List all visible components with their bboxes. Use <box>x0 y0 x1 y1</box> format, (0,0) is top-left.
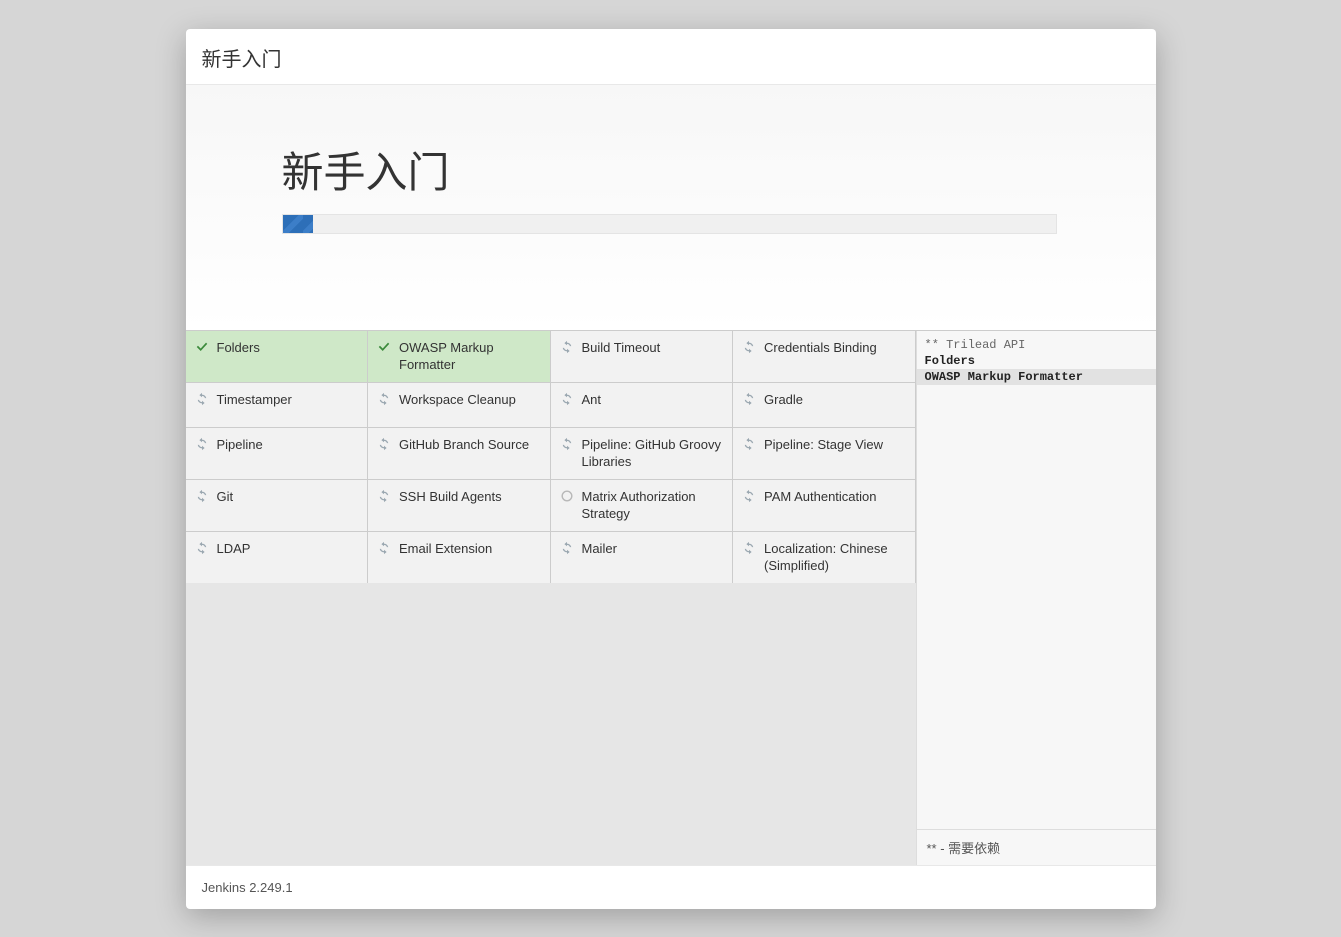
plugin-label: PAM Authentication <box>764 488 877 506</box>
plugin-cell: Mailer <box>551 532 733 583</box>
check-icon <box>377 340 391 354</box>
plugin-cell: Build Timeout <box>551 331 733 382</box>
refresh-icon <box>742 340 756 354</box>
plugin-cell: SSH Build Agents <box>368 480 550 531</box>
log-line: ** Trilead API <box>925 337 1148 353</box>
refresh-icon <box>195 541 209 555</box>
plugin-cell: Workspace Cleanup <box>368 383 550 427</box>
modal-header-title: 新手入门 <box>202 43 1140 72</box>
progress-bar <box>282 214 1057 234</box>
plugin-label: Localization: Chinese (Simplified) <box>764 540 906 575</box>
plugin-label: Mailer <box>582 540 617 558</box>
plugin-label: SSH Build Agents <box>399 488 502 506</box>
refresh-icon <box>742 437 756 451</box>
plugin-label: Credentials Binding <box>764 339 877 357</box>
plugin-cell: Gradle <box>733 383 915 427</box>
refresh-icon <box>195 392 209 406</box>
plugin-cell: Folders <box>186 331 368 382</box>
log-content: ** Trilead APIFoldersOWASP Markup Format… <box>917 331 1156 829</box>
modal-header: 新手入门 <box>186 29 1156 85</box>
plugin-cell: Pipeline: GitHub Groovy Libraries <box>551 428 733 479</box>
log-line: Folders <box>925 353 1148 369</box>
plugin-cell: Matrix Authorization Strategy <box>551 480 733 531</box>
log-footer: ** - 需要依赖 <box>917 829 1156 865</box>
circle-icon <box>560 489 574 503</box>
plugin-grid-wrap: Folders OWASP Markup Formatter Build Timeo… <box>186 331 916 865</box>
plugin-cell: Localization: Chinese (Simplified) <box>733 532 915 583</box>
plugin-cell: Pipeline <box>186 428 368 479</box>
plugin-label: Pipeline: Stage View <box>764 436 883 454</box>
plugin-label: Timestamper <box>217 391 292 409</box>
refresh-icon <box>560 541 574 555</box>
log-panel: ** Trilead APIFoldersOWASP Markup Format… <box>916 331 1156 865</box>
refresh-icon <box>377 541 391 555</box>
plugin-cell: PAM Authentication <box>733 480 915 531</box>
hero-title: 新手入门 <box>282 139 1156 200</box>
plugin-label: Ant <box>582 391 602 409</box>
refresh-icon <box>742 541 756 555</box>
plugin-label: Gradle <box>764 391 803 409</box>
plugin-label: Build Timeout <box>582 339 661 357</box>
plugin-cell: Timestamper <box>186 383 368 427</box>
check-icon <box>195 340 209 354</box>
refresh-icon <box>377 489 391 503</box>
plugin-label: Workspace Cleanup <box>399 391 516 409</box>
plugin-label: OWASP Markup Formatter <box>399 339 541 374</box>
plugin-cell: OWASP Markup Formatter <box>368 331 550 382</box>
plugin-cell: GitHub Branch Source <box>368 428 550 479</box>
hero-section: 新手入门 <box>186 85 1156 330</box>
body-area: FoldersOWASP Markup FormatterBuild Timeo… <box>186 330 1156 865</box>
plugin-cell: LDAP <box>186 532 368 583</box>
refresh-icon <box>742 489 756 503</box>
progress-fill <box>283 215 314 233</box>
refresh-icon <box>560 392 574 406</box>
plugin-label: Pipeline <box>217 436 263 454</box>
plugin-label: GitHub Branch Source <box>399 436 529 454</box>
modal-footer: Jenkins 2.249.1 <box>186 865 1156 909</box>
refresh-icon <box>560 437 574 451</box>
refresh-icon <box>377 437 391 451</box>
plugin-label: Folders <box>217 339 260 357</box>
plugin-grid: Folders OWASP Markup Formatter Build Timeo… <box>186 331 916 583</box>
grid-empty-space <box>186 583 916 865</box>
refresh-icon <box>742 392 756 406</box>
plugin-cell: Pipeline: Stage View <box>733 428 915 479</box>
plugin-cell: Git <box>186 480 368 531</box>
plugin-label: Email Extension <box>399 540 492 558</box>
log-line: OWASP Markup Formatter <box>917 369 1156 385</box>
plugin-cell: Email Extension <box>368 532 550 583</box>
refresh-icon <box>195 437 209 451</box>
plugin-cell: Ant <box>551 383 733 427</box>
version-text: Jenkins 2.249.1 <box>202 880 293 895</box>
setup-wizard-modal: 新手入门 新手入门 FoldersOWASP Markup FormatterB… <box>186 29 1156 909</box>
refresh-icon <box>195 489 209 503</box>
plugin-cell: Credentials Binding <box>733 331 915 382</box>
plugin-label: Pipeline: GitHub Groovy Libraries <box>582 436 724 471</box>
refresh-icon <box>377 392 391 406</box>
plugin-label: Git <box>217 488 234 506</box>
plugin-label: Matrix Authorization Strategy <box>582 488 724 523</box>
plugin-label: LDAP <box>217 540 251 558</box>
refresh-icon <box>560 340 574 354</box>
